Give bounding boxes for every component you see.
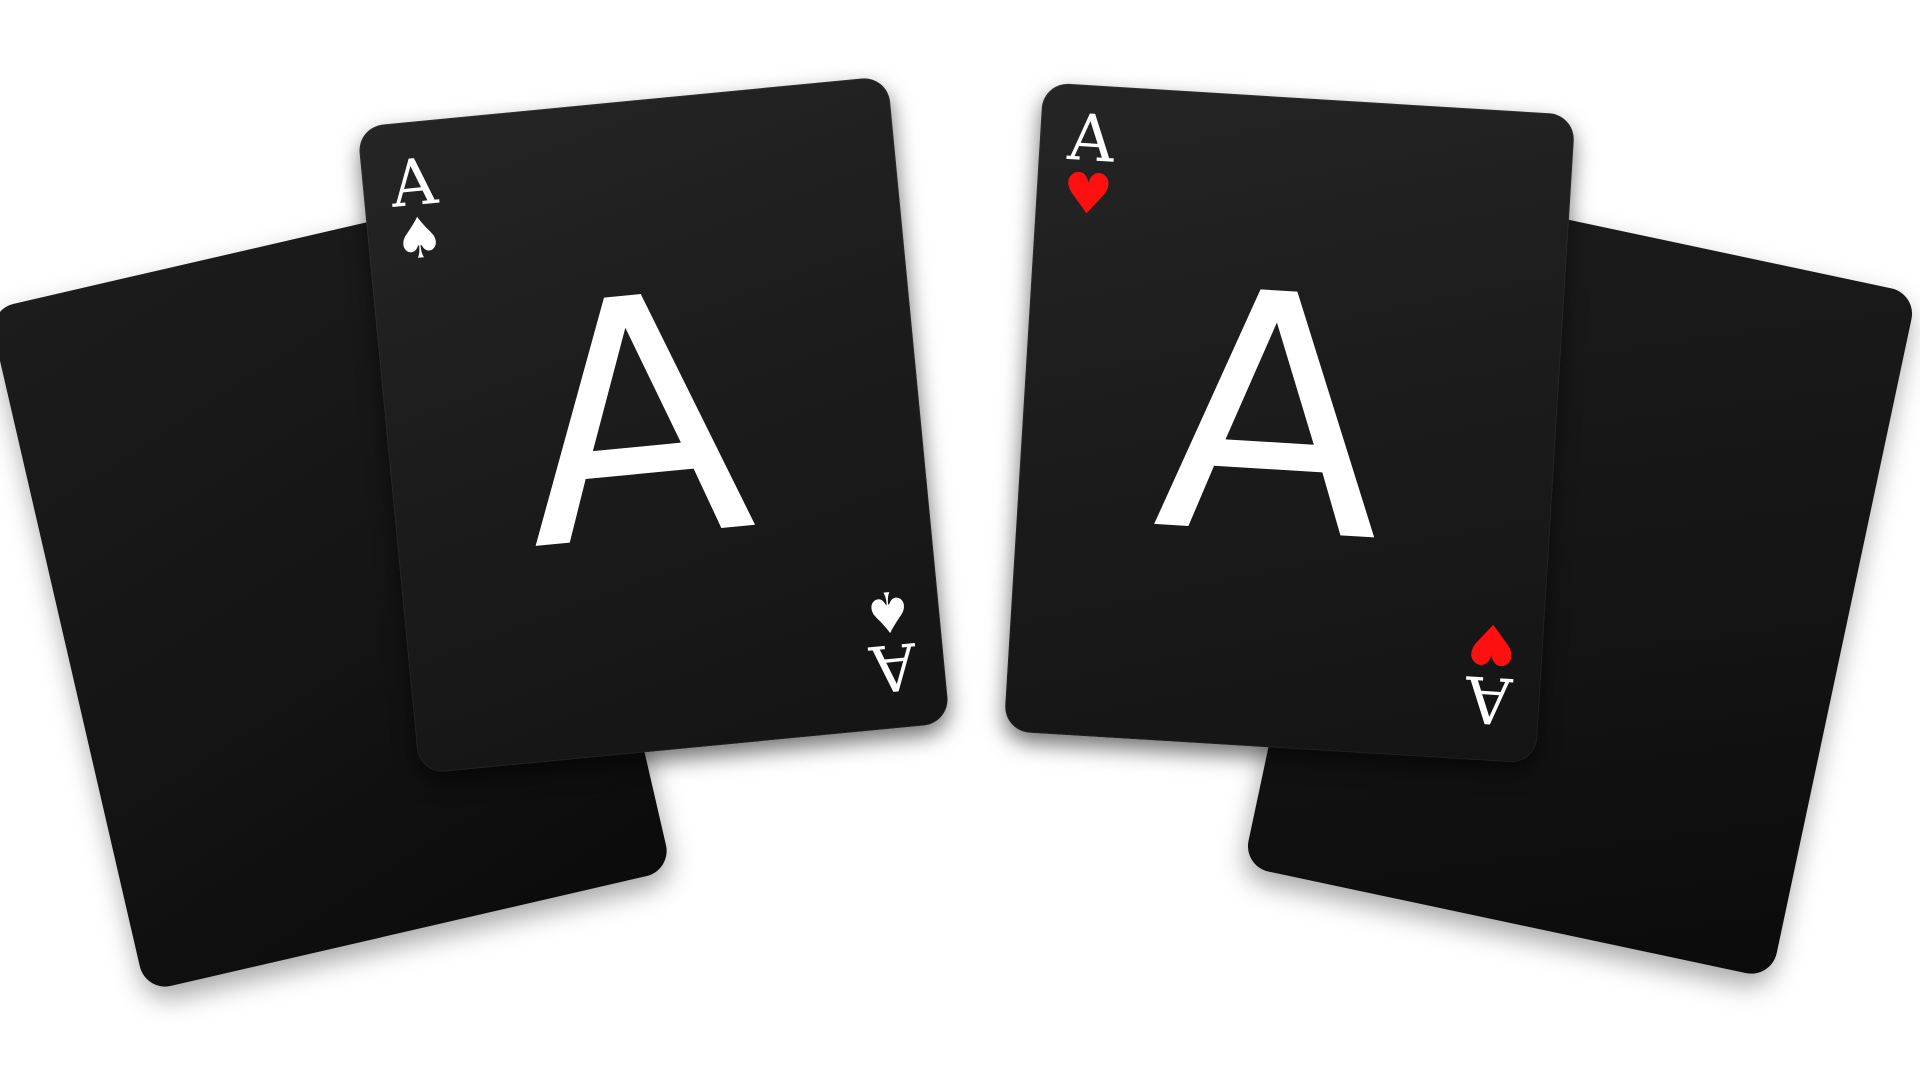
playing-cards-scene: A ♠ A A ♠ A ♥ A A ♥ bbox=[0, 0, 1920, 1080]
center-rank-label: A bbox=[1146, 218, 1396, 616]
top-left-index: A ♥ bbox=[1060, 101, 1118, 229]
spade-icon: ♠ bbox=[391, 204, 448, 274]
heart-icon: ♥ bbox=[1060, 160, 1115, 229]
center-rank-label: A bbox=[503, 219, 766, 624]
heart-icon: ♥ bbox=[1464, 609, 1519, 678]
bottom-right-index: A ♥ bbox=[1461, 609, 1519, 737]
spade-icon: ♠ bbox=[859, 576, 916, 646]
ace-of-hearts-card: A ♥ A A ♥ bbox=[1003, 82, 1576, 764]
ace-of-spades-card: A ♠ A A ♠ bbox=[357, 75, 950, 775]
bottom-right-index: A ♠ bbox=[859, 576, 921, 705]
top-left-index: A ♠ bbox=[386, 145, 448, 274]
